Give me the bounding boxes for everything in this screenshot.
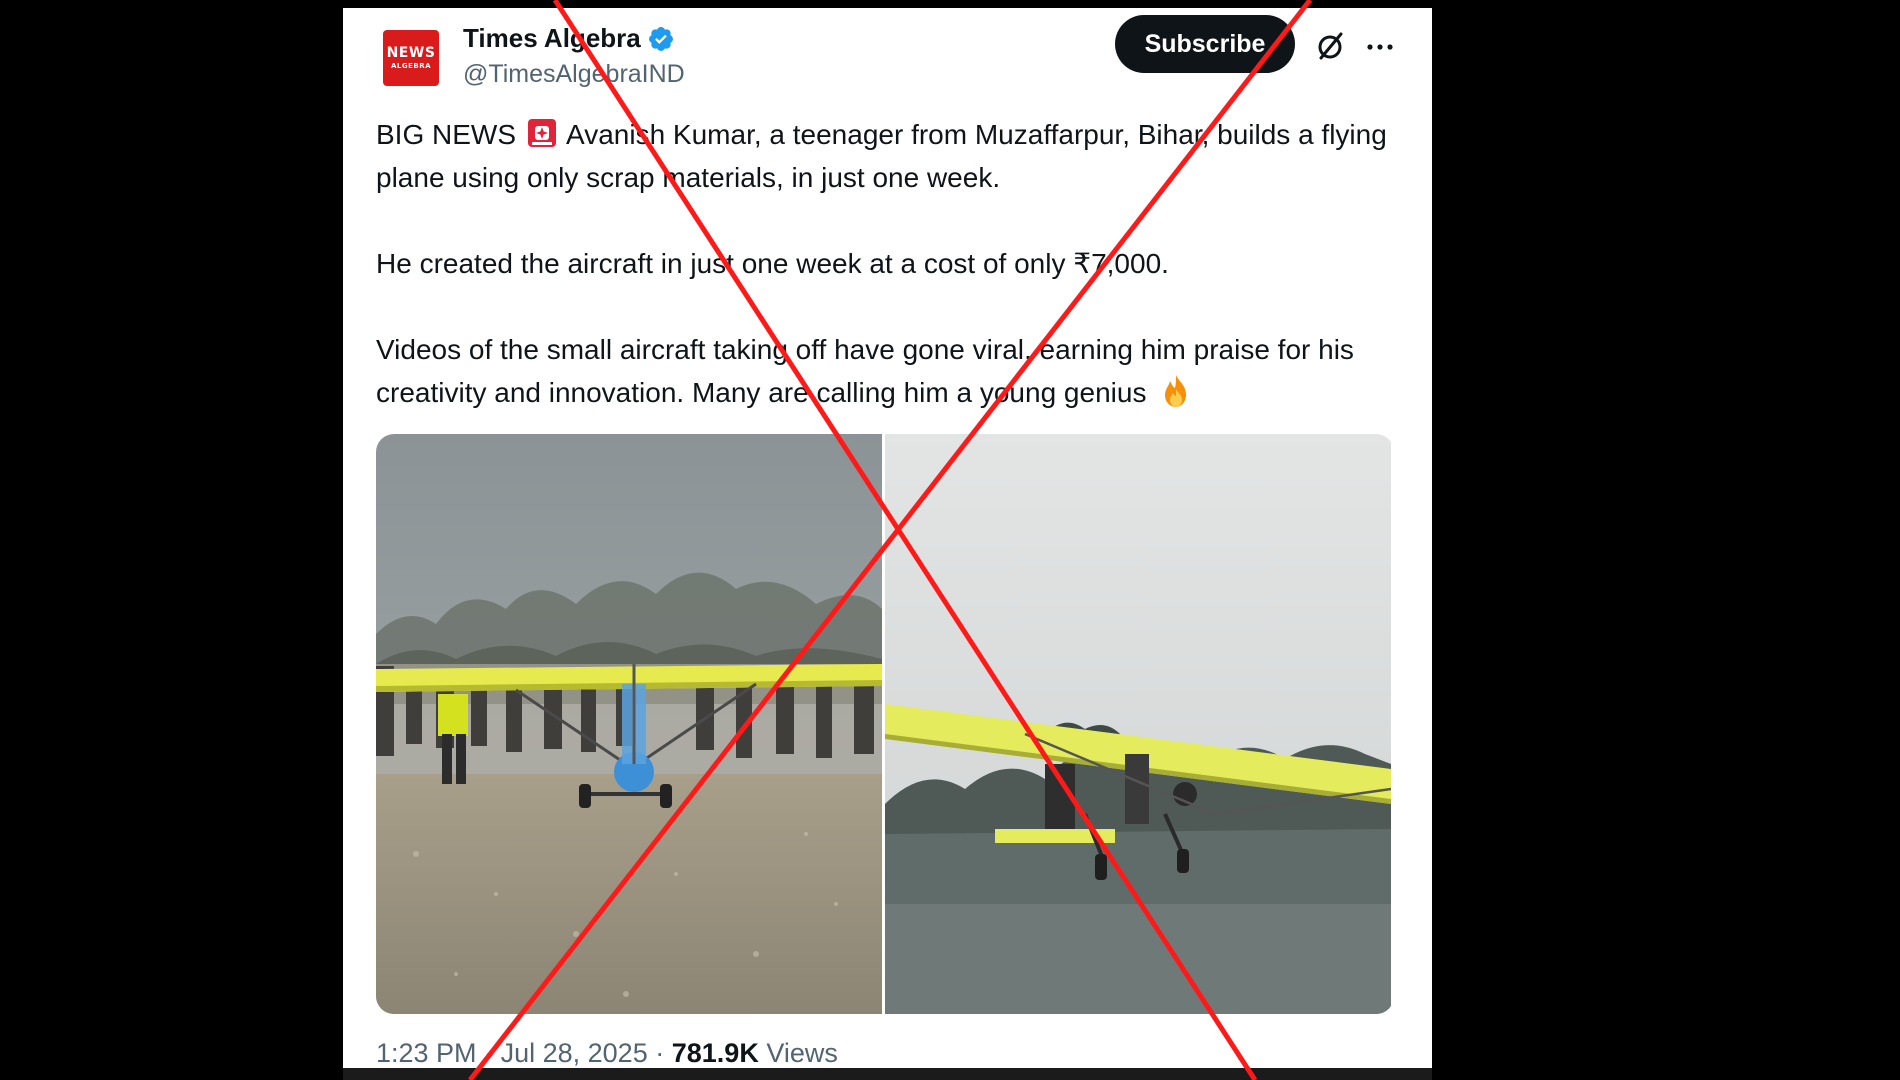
meta-separator: ·	[655, 1038, 665, 1068]
avatar-logo-line2: ALGEBRA	[390, 62, 432, 70]
photo-plane-on-ground-crowd[interactable]	[376, 434, 882, 1014]
meta-separator: ·	[484, 1038, 494, 1068]
views-label: Views	[766, 1038, 838, 1068]
subscribe-button[interactable]: Subscribe	[1115, 15, 1295, 73]
tweet-text: BIG NEWS Avanish Kumar, a teenager from …	[376, 113, 1406, 457]
tweet-paragraph-3: Videos of the small aircraft taking off …	[376, 328, 1406, 414]
tweet-time[interactable]: 1:23 PM	[376, 1038, 477, 1068]
tweet-meta: 1:23 PM · Jul 28, 2025 · 781.9K Views	[376, 1038, 838, 1069]
fire-emoji-icon	[1165, 375, 1187, 407]
more-icon[interactable]	[1363, 30, 1397, 64]
avatar-logo-line1: NEWS	[386, 45, 436, 61]
avatar[interactable]: NEWS ALGEBRA	[383, 30, 439, 86]
views-count: 781.9K	[671, 1038, 759, 1068]
photo-plane-in-flight[interactable]	[885, 434, 1391, 1014]
tweet-text-big-news: BIG NEWS	[376, 119, 517, 150]
bottom-strip	[343, 1068, 1432, 1080]
tweet-paragraph-2: He created the aircraft in just one week…	[376, 248, 1169, 279]
account-name-row[interactable]: Times Algebra	[463, 23, 675, 54]
grok-icon[interactable]	[1313, 30, 1347, 64]
tweet-date[interactable]: Jul 28, 2025	[501, 1038, 648, 1068]
tweet-paragraph-1: BIG NEWS Avanish Kumar, a teenager from …	[376, 113, 1406, 199]
tweet-text-paragraph3: Videos of the small aircraft taking off …	[376, 334, 1354, 408]
verified-badge-icon	[648, 26, 673, 51]
display-name[interactable]: Times Algebra	[463, 23, 641, 54]
account-handle[interactable]: @TimesAlgebraIND	[463, 60, 685, 89]
tweet-media-grid[interactable]	[376, 434, 1394, 1014]
police-siren-emoji-icon	[527, 119, 556, 147]
tweet-card: NEWS ALGEBRA Times Algebra @TimesAlgebra…	[343, 8, 1432, 1080]
